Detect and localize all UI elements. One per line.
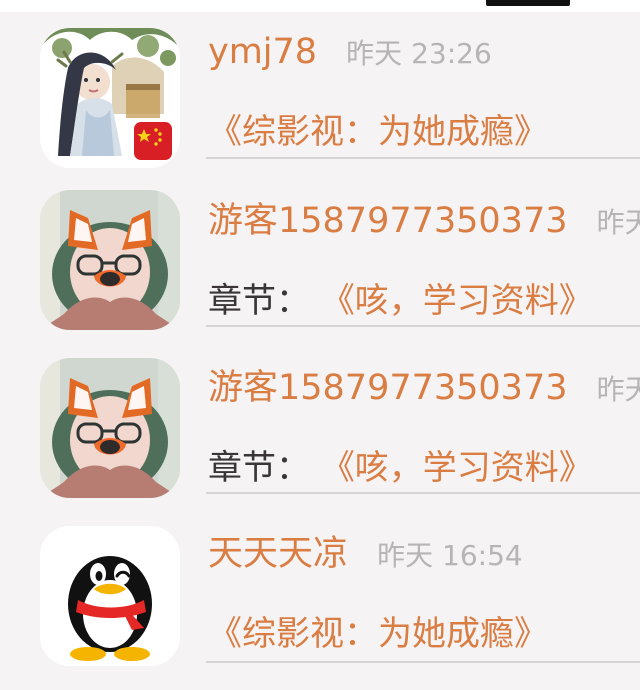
comment-item-tiantiantianliang[interactable]: 天天天凉 昨天 16:54 《综影视：为她成瘾》 [0, 520, 640, 690]
comment-item-ymj78[interactable]: ymj78 昨天 23:26 《综影视：为她成瘾》 [0, 20, 640, 190]
fox-filter-avatar-icon[interactable] [40, 358, 180, 498]
fox-filter-avatar-icon[interactable] [40, 190, 180, 330]
content-title[interactable]: 《综影视：为她成瘾》 [208, 112, 548, 152]
comment-content[interactable]: 《综影视：为她成瘾》 [208, 614, 640, 654]
comment-feed: ymj78 昨天 23:26 《综影视：为她成瘾》 游客158797735037… [0, 0, 640, 676]
username[interactable]: 游客1587977350373 [208, 201, 568, 241]
content-title[interactable]: 《咳，学习资料》 [321, 281, 593, 321]
comment-time: 昨天 [596, 373, 640, 406]
fox-filter-avatar-art [40, 190, 180, 330]
comment-meta-row: 天天天凉 昨天 16:54 [208, 534, 640, 576]
divider [206, 661, 640, 663]
username[interactable]: 游客1587977350373 [208, 368, 568, 408]
divider [206, 492, 640, 494]
comment-item-guest-1[interactable]: 游客1587977350373 昨天 章节： 《咳，学习资料》 [0, 187, 640, 357]
comment-content[interactable]: 章节： 《咳，学习资料》 [208, 281, 640, 321]
comment-meta-row: 游客1587977350373 昨天 [208, 201, 640, 243]
china-flag-icon [134, 122, 172, 160]
username[interactable]: 天天天凉 [208, 534, 348, 574]
comment-content[interactable]: 章节： 《咳，学习资料》 [208, 448, 640, 488]
divider [206, 325, 640, 327]
comment-meta-row: ymj78 昨天 23:26 [208, 32, 640, 74]
qq-penguin-avatar-icon[interactable] [40, 526, 180, 666]
comment-time: 昨天 23:26 [346, 37, 492, 70]
content-title[interactable]: 《综影视：为她成瘾》 [208, 614, 548, 654]
content-prefix: 章节： [208, 281, 310, 321]
comment-meta-row: 游客1587977350373 昨天 [208, 368, 640, 410]
content-prefix: 章节： [208, 448, 310, 488]
comment-content[interactable]: 《综影视：为她成瘾》 [208, 112, 640, 152]
comment-time: 昨天 16:54 [377, 539, 523, 572]
fox-filter-avatar-art [40, 358, 180, 498]
content-title[interactable]: 《咳，学习资料》 [321, 448, 593, 488]
username[interactable]: ymj78 [208, 32, 317, 72]
qq-penguin-avatar-art [40, 526, 180, 666]
comment-item-guest-2[interactable]: 游客1587977350373 昨天 章节： 《咳，学习资料》 [0, 354, 640, 524]
divider [206, 157, 640, 159]
comment-time: 昨天 [596, 206, 640, 239]
illustrated-girl-avatar-icon[interactable] [40, 28, 180, 168]
